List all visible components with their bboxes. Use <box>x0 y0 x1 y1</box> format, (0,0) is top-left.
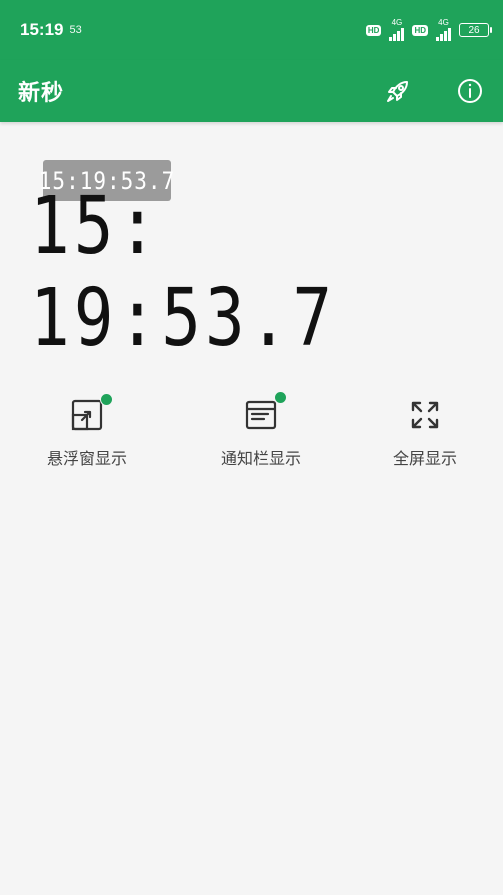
app-title: 新秒 <box>18 81 65 106</box>
info-icon <box>458 79 482 103</box>
rocket-button[interactable] <box>383 76 413 106</box>
hd-badge-1: HD <box>365 24 382 36</box>
battery-level: 26 <box>468 24 480 36</box>
fullscreen-label: 全屏显示 <box>392 449 457 468</box>
floating-window-icon-wrap <box>67 393 113 435</box>
floating-window-button[interactable]: 悬浮窗显示 <box>22 393 152 475</box>
notification-bar-button[interactable]: 通知栏显示 <box>196 391 326 475</box>
status-time-group: 15:19 53 <box>20 20 82 40</box>
big-clock: 15: 19:53.7 <box>30 180 490 365</box>
app-bar: 新秒 <box>0 60 503 122</box>
floating-window-active-dot <box>100 393 113 406</box>
status-time: 15:19 <box>20 20 64 39</box>
battery-icon: 26 <box>459 23 492 37</box>
floating-window-icon <box>71 399 103 431</box>
status-indicators: HD 4G HD 4G 26 <box>365 18 492 41</box>
status-bar: 15:19 53 HD 4G HD 4G 26 <box>0 0 503 60</box>
signal-bars-icon <box>389 27 405 41</box>
floating-window-label: 悬浮窗显示 <box>46 449 127 468</box>
fullscreen-button[interactable]: 全屏显示 <box>360 395 490 475</box>
notification-bar-icon <box>245 400 277 430</box>
network-signal-1: 4G <box>389 18 405 41</box>
notification-bar-label: 通知栏显示 <box>220 449 301 468</box>
fullscreen-icon <box>411 401 439 429</box>
network-type-2: 4G <box>438 18 449 27</box>
network-type-1: 4G <box>391 18 403 27</box>
big-clock-time: 15: 19:53.7 <box>30 179 337 365</box>
notification-bar-icon-wrap <box>241 391 287 435</box>
network-signal-2: 4G <box>436 19 451 41</box>
notification-bar-active-dot <box>274 391 287 404</box>
rocket-icon <box>387 81 408 102</box>
app-bar-actions <box>383 76 485 106</box>
signal-bars-icon <box>436 27 451 41</box>
status-extra: 53 <box>69 24 82 36</box>
fullscreen-icon-wrap <box>405 395 445 435</box>
info-button[interactable] <box>455 76 485 106</box>
hd-badge-2: HD <box>412 24 428 36</box>
